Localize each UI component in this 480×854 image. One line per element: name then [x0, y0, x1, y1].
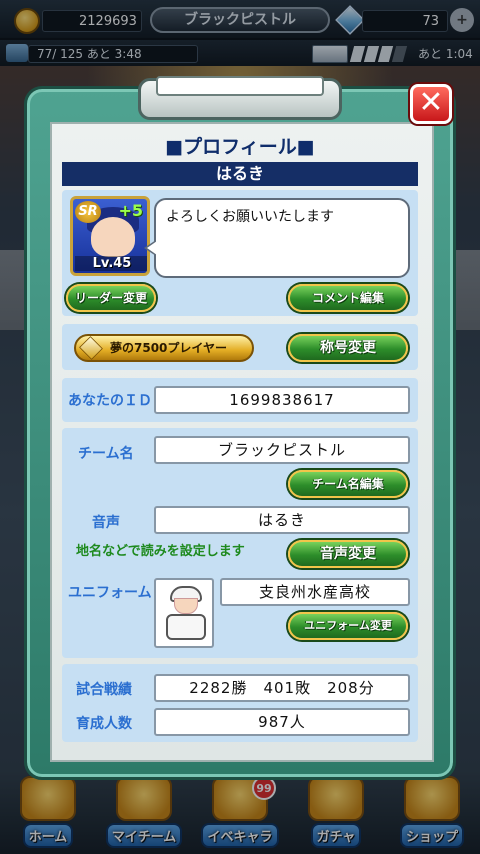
team-name-edit-button[interactable]: チーム名編集	[288, 470, 408, 498]
rarity-badge: SR	[75, 201, 101, 223]
record-label: 試合戦績	[76, 682, 132, 698]
leader-card[interactable]: SR +5 Lv.45	[70, 196, 150, 276]
uniform-value: 支良州水産高校	[220, 578, 410, 606]
trained-value: 987人	[154, 708, 410, 736]
record-value: 2282勝 401敗 208分	[154, 674, 410, 702]
player-name: はるき	[62, 162, 418, 186]
close-button[interactable]: ✕	[410, 84, 452, 124]
voice-value: はるき	[154, 506, 410, 534]
leader-change-button[interactable]: リーダー変更	[66, 284, 156, 312]
card-level: Lv.45	[75, 256, 147, 271]
clipboard-clip-slot	[156, 76, 324, 96]
voice-hint: 地名などで読みを設定します	[76, 544, 245, 559]
profile-title: ■プロフィール■	[165, 136, 315, 158]
uniform-change-button[interactable]: ユニフォーム変更	[288, 612, 408, 640]
id-value: 1699838617	[154, 386, 410, 414]
uniform-face	[174, 598, 198, 614]
card-plus: +5	[118, 201, 143, 220]
team-name-value: ブラックピストル	[154, 436, 410, 464]
uniform-label: ユニフォーム	[68, 585, 152, 601]
uniform-body	[166, 614, 206, 640]
comment-edit-button[interactable]: コメント編集	[288, 284, 408, 312]
trained-label: 育成人数	[76, 716, 132, 732]
title-change-button[interactable]: 称号変更	[288, 334, 408, 362]
voice-label: 音声	[92, 515, 120, 531]
team-name-label: チーム名	[78, 446, 134, 462]
comment-bubble: よろしくお願いいたします	[144, 198, 410, 278]
id-label: あなたのＩＤ	[68, 393, 152, 409]
voice-change-button[interactable]: 音声変更	[288, 540, 408, 568]
uniform-preview	[154, 578, 214, 648]
card-face	[91, 217, 135, 257]
